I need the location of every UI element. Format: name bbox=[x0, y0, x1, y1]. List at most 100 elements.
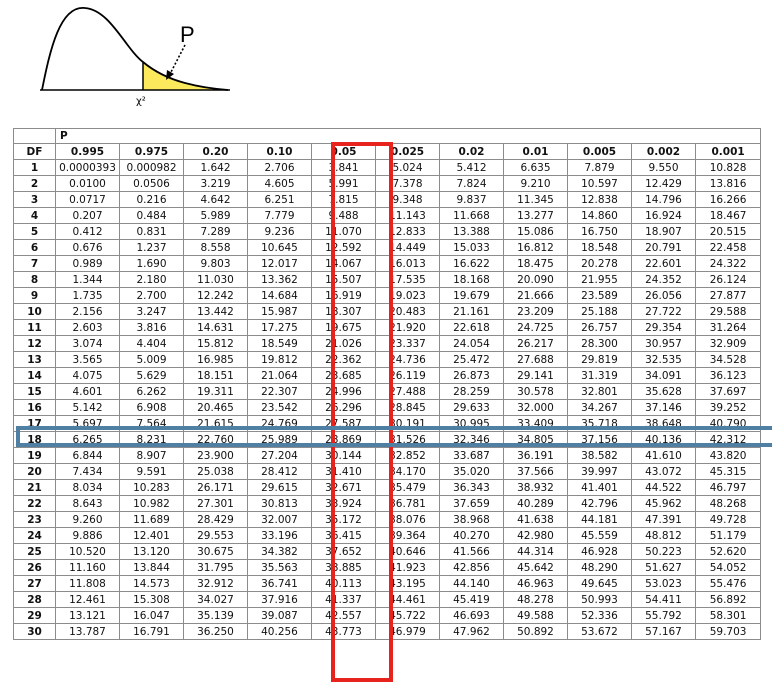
table-cell: 33.409 bbox=[503, 415, 568, 432]
table-cell: 53.023 bbox=[631, 575, 696, 592]
table-cell: 8.907 bbox=[119, 447, 184, 464]
table-cell: 15.033 bbox=[439, 239, 504, 256]
table-cell: 28.300 bbox=[567, 335, 632, 352]
table-cell: 40.790 bbox=[694, 415, 762, 432]
table-cell: 45.419 bbox=[439, 591, 504, 608]
table-cell: 0.676 bbox=[55, 239, 120, 256]
table-row: 22 8.643 10.982 27.301 30.813 33.924 36.781 37.… bbox=[13, 495, 762, 512]
column-header: 0.05 bbox=[311, 143, 376, 160]
column-header: 0.005 bbox=[567, 143, 632, 160]
table-cell: 58.301 bbox=[694, 607, 762, 624]
table-cell: 13.121 bbox=[55, 607, 120, 624]
table-cell: 1.237 bbox=[119, 239, 184, 256]
table-cell: 35.718 bbox=[567, 415, 632, 432]
table-cell: 3.219 bbox=[183, 175, 248, 192]
column-header: 0.01 bbox=[503, 143, 568, 160]
table-cell: 4.605 bbox=[247, 175, 312, 192]
table-cell: 3.565 bbox=[55, 351, 120, 368]
table-cell: 7.879 bbox=[567, 159, 632, 176]
table-row: 4 0.207 0.484 5.989 7.779 9.488 11.143 11.668 13… bbox=[13, 207, 762, 224]
table-cell: 33.687 bbox=[439, 447, 504, 464]
table-cell: 26.056 bbox=[631, 287, 696, 304]
table-cell: 0.989 bbox=[55, 255, 120, 272]
table-cell: 23.209 bbox=[503, 303, 568, 320]
table-cell: 26.757 bbox=[567, 319, 632, 336]
table-cell: 55.476 bbox=[694, 575, 762, 592]
table-cell: 36.415 bbox=[311, 527, 376, 544]
table-cell: 37.156 bbox=[567, 431, 632, 448]
density-curve bbox=[41, 7, 229, 91]
table-cell: 35.020 bbox=[439, 463, 504, 480]
table-cell: 3.247 bbox=[119, 303, 184, 320]
p-arrow-line bbox=[169, 44, 186, 75]
table-cell: 5.697 bbox=[55, 415, 120, 432]
table-cell: 35.479 bbox=[375, 479, 440, 496]
table-cell: 29.819 bbox=[567, 351, 632, 368]
table-cell: 15.507 bbox=[311, 271, 376, 288]
table-cell: 16.812 bbox=[503, 239, 568, 256]
table-row: 21 8.034 10.283 26.171 29.615 32.671 35.479 36.… bbox=[13, 479, 762, 496]
table-cell: 15.086 bbox=[503, 223, 568, 240]
table-cell: 11.689 bbox=[119, 511, 184, 528]
table-cell: 0.0717 bbox=[55, 191, 120, 208]
table-cell: 28.259 bbox=[439, 383, 504, 400]
table-cell: 25.038 bbox=[183, 463, 248, 480]
table-cell: 36.191 bbox=[503, 447, 568, 464]
table-cell: 49.728 bbox=[694, 511, 762, 528]
table-cell: 50.223 bbox=[631, 543, 696, 560]
table-cell: 21.161 bbox=[439, 303, 504, 320]
table-cell: 32.535 bbox=[631, 351, 696, 368]
table-cell: 32.671 bbox=[311, 479, 376, 496]
table-cell: 19.311 bbox=[183, 383, 248, 400]
table-cell: 34.267 bbox=[567, 399, 632, 416]
table-cell: 21.615 bbox=[183, 415, 248, 432]
column-header-row: DF 0.995 0.975 0.20 0.10 0.05 0.025 0.02 0.01 0.… bbox=[13, 143, 762, 160]
table-cell: 7.289 bbox=[183, 223, 248, 240]
table-cell: 41.610 bbox=[631, 447, 696, 464]
table-cell: 42.796 bbox=[567, 495, 632, 512]
table-cell: 12.429 bbox=[631, 175, 696, 192]
chi-square-label: χ² bbox=[136, 96, 146, 107]
table-cell: 18.467 bbox=[694, 207, 762, 224]
table-cell: 4.404 bbox=[119, 335, 184, 352]
df-cell: 7 bbox=[13, 255, 56, 272]
table-cell: 0.0100 bbox=[55, 175, 120, 192]
table-cell: 23.337 bbox=[375, 335, 440, 352]
df-cell: 5 bbox=[13, 223, 56, 240]
table-cell: 36.123 bbox=[694, 367, 762, 384]
table-cell: 43.820 bbox=[694, 447, 762, 464]
table-cell: 2.706 bbox=[247, 159, 312, 176]
table-cell: 34.027 bbox=[183, 591, 248, 608]
table-row: 2 0.0100 0.0506 3.219 4.605 5.991 7.378 7.824 9.… bbox=[13, 175, 762, 192]
table-cell: 20.465 bbox=[183, 399, 248, 416]
table-cell: 2.156 bbox=[55, 303, 120, 320]
table-cell: 21.064 bbox=[247, 367, 312, 384]
table-cell: 26.873 bbox=[439, 367, 504, 384]
table-cell: 41.401 bbox=[567, 479, 632, 496]
table-cell: 54.052 bbox=[694, 559, 762, 576]
table-cell: 13.120 bbox=[119, 543, 184, 560]
table-cell: 12.838 bbox=[567, 191, 632, 208]
table-cell: 16.047 bbox=[119, 607, 184, 624]
df-cell: 21 bbox=[13, 479, 56, 496]
table-cell: 32.912 bbox=[183, 575, 248, 592]
df-cell: 18 bbox=[13, 431, 56, 448]
table-cell: 26.217 bbox=[503, 335, 568, 352]
table-cell: 20.483 bbox=[375, 303, 440, 320]
df-cell: 17 bbox=[13, 415, 56, 432]
table-cell: 27.877 bbox=[694, 287, 762, 304]
p-label: P bbox=[180, 22, 195, 47]
table-cell: 16.791 bbox=[119, 623, 184, 640]
table-cell: 37.146 bbox=[631, 399, 696, 416]
table-cell: 13.787 bbox=[55, 623, 120, 640]
table-cell: 27.722 bbox=[631, 303, 696, 320]
table-cell: 34.528 bbox=[694, 351, 762, 368]
table-row: 11 2.603 3.816 14.631 17.275 19.675 21.920 22.6… bbox=[13, 319, 762, 336]
table-cell: 1.344 bbox=[55, 271, 120, 288]
table-cell: 12.017 bbox=[247, 255, 312, 272]
df-cell: 25 bbox=[13, 543, 56, 560]
table-cell: 5.142 bbox=[55, 399, 120, 416]
table-cell: 10.283 bbox=[119, 479, 184, 496]
table-cell: 24.352 bbox=[631, 271, 696, 288]
table-cell: 33.924 bbox=[311, 495, 376, 512]
